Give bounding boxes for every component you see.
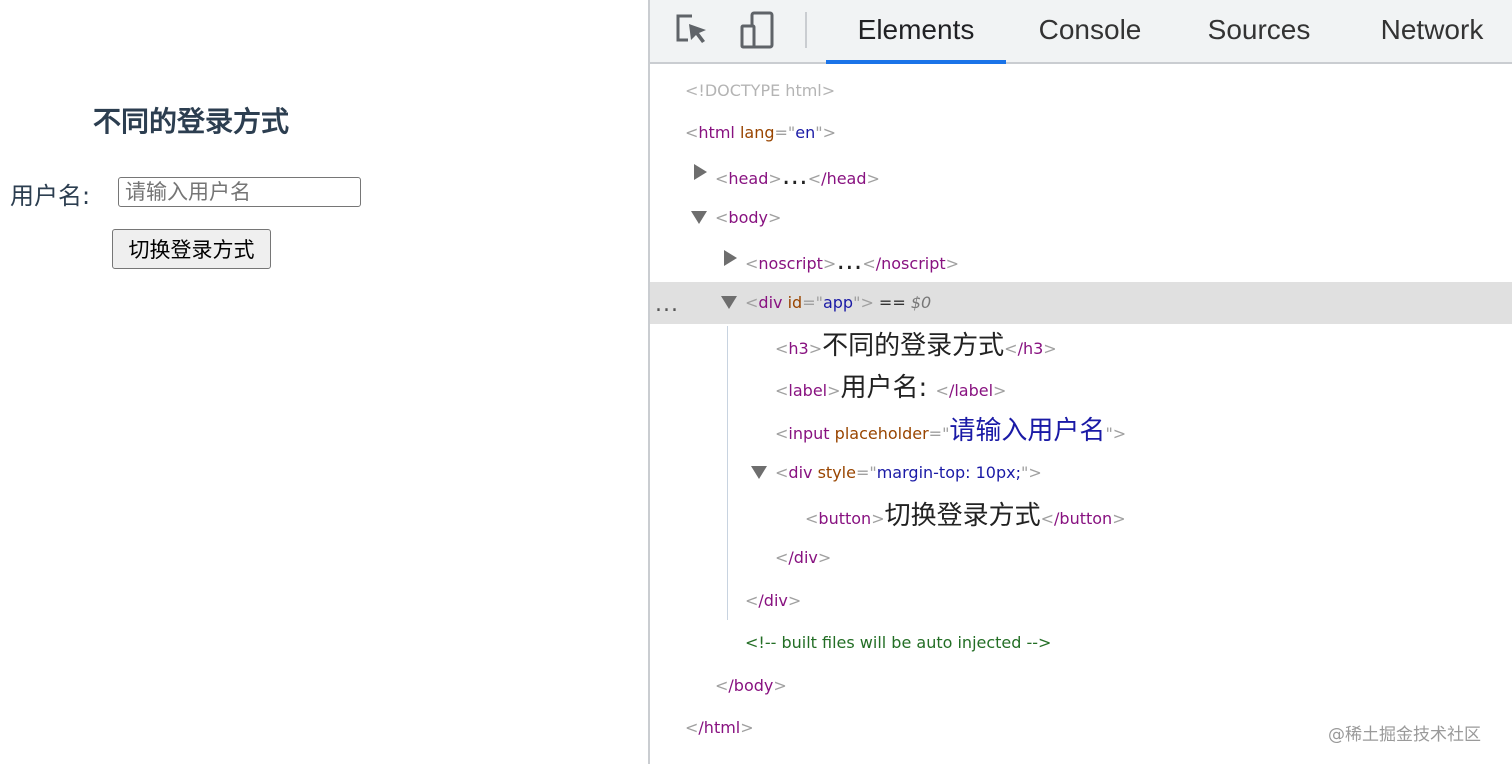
tree-row-comment[interactable]: <!-- built files will be auto injected -… <box>745 622 1512 664</box>
doctype-text: <!DOCTYPE html> <box>685 81 836 100</box>
expand-arrow-icon[interactable] <box>724 250 737 266</box>
selected-equals: == <box>873 293 911 312</box>
watermark: @稀土掘金技术社区 <box>1328 725 1481 745</box>
input-attr-name: placeholder <box>834 424 929 443</box>
expand-arrow-icon[interactable] <box>694 164 707 180</box>
input-tag: input <box>788 424 830 443</box>
selected-var: $0 <box>910 293 932 312</box>
button-open-tag: button <box>818 509 872 528</box>
label-close-tag: /label <box>948 381 994 400</box>
h3-open-tag: h3 <box>788 339 809 358</box>
button-close-tag: /button <box>1054 509 1113 528</box>
div-close-inner-tag: /div <box>788 548 818 567</box>
tree-row-div-close-inner[interactable]: </div> <box>775 537 1175 579</box>
tree-row-label[interactable]: <label>用户名: </label> <box>775 367 1375 409</box>
tree-row-body-open[interactable]: <body> <box>715 197 1512 239</box>
tree-row-doctype[interactable]: <!DOCTYPE html> <box>685 70 1512 112</box>
html-attr-name: lang <box>739 123 775 142</box>
body-close-tag: /body <box>728 676 774 695</box>
div-app-content: <div id="app"> == $0 <box>745 293 932 312</box>
toolbar-divider <box>805 12 807 48</box>
div-style-attr-name: style <box>817 463 856 482</box>
head-close-tag: /head <box>821 169 867 188</box>
page-preview: 不同的登录方式 用户名: 切换登录方式 <box>0 0 648 764</box>
div-style-attr-value: margin-top: 10px; <box>876 463 1021 482</box>
tab-sources[interactable]: Sources <box>1190 0 1328 62</box>
tree-row-h3[interactable]: <h3>不同的登录方式</h3> <box>775 325 1375 367</box>
h3-close-tag: /h3 <box>1017 339 1044 358</box>
indent-guide <box>727 326 728 620</box>
devtools-toolbar: Elements Console Sources Network <box>650 0 1512 64</box>
tree-row-head[interactable]: <head>…</head> <box>715 155 1512 197</box>
tab-elements[interactable]: Elements <box>826 0 1006 64</box>
tab-console[interactable]: Console <box>1022 0 1158 62</box>
switch-login-method-button[interactable]: 切换登录方式 <box>112 229 271 269</box>
username-label: 用户名: <box>10 182 91 210</box>
tab-network[interactable]: Network <box>1360 0 1504 62</box>
page-title: 不同的登录方式 <box>92 105 289 138</box>
button-text: 切换登录方式 <box>884 501 1041 531</box>
h3-text: 不同的登录方式 <box>822 331 1005 361</box>
label-text: 用户名: <box>840 373 936 403</box>
collapse-arrow-icon[interactable] <box>721 296 737 309</box>
tree-row-noscript[interactable]: <noscript>…</noscript> <box>745 240 1512 282</box>
device-toolbar-icon[interactable] <box>738 10 778 50</box>
tree-row-input[interactable]: <input placeholder="请输入用户名"> <box>775 410 1475 452</box>
noscript-close-tag: /noscript <box>875 254 946 273</box>
noscript-open-tag: noscript <box>758 254 823 273</box>
tree-row-body-close[interactable]: </body> <box>715 665 1115 707</box>
div-style-tag: div <box>788 463 813 482</box>
head-open-tag: head <box>728 169 769 188</box>
tree-row-div-close-app[interactable]: </div> <box>745 580 1145 622</box>
username-input[interactable] <box>118 177 361 207</box>
tree-row-div-style[interactable]: <div style="margin-top: 10px;"> <box>775 452 1475 494</box>
html-attr-value: en <box>795 123 816 142</box>
collapse-arrow-icon[interactable] <box>691 211 707 224</box>
tree-row-html-close[interactable]: </html> <box>685 707 1085 749</box>
html-tag: html <box>698 123 735 142</box>
div-app-attr-value: app <box>822 293 854 312</box>
inspect-element-icon[interactable] <box>672 10 712 50</box>
head-ellipsis: … <box>781 161 808 191</box>
tree-row-html[interactable]: <html lang="en"> <box>685 112 1512 154</box>
div-app-attr-name: id <box>787 293 803 312</box>
comment-text: <!-- built files will be auto injected -… <box>745 633 1052 652</box>
label-open-tag: label <box>788 381 828 400</box>
body-open-tag: body <box>728 208 768 227</box>
div-close-app-tag: /div <box>758 591 788 610</box>
collapse-arrow-icon[interactable] <box>751 466 767 479</box>
noscript-ellipsis: … <box>836 246 863 276</box>
input-attr-value: 请输入用户名 <box>949 416 1106 446</box>
tree-row-button[interactable]: <button>切换登录方式</button> <box>805 495 1505 537</box>
more-options-icon[interactable]: ... <box>655 292 679 317</box>
html-close-tag: /html <box>698 718 741 737</box>
div-app-tag: div <box>758 293 783 312</box>
